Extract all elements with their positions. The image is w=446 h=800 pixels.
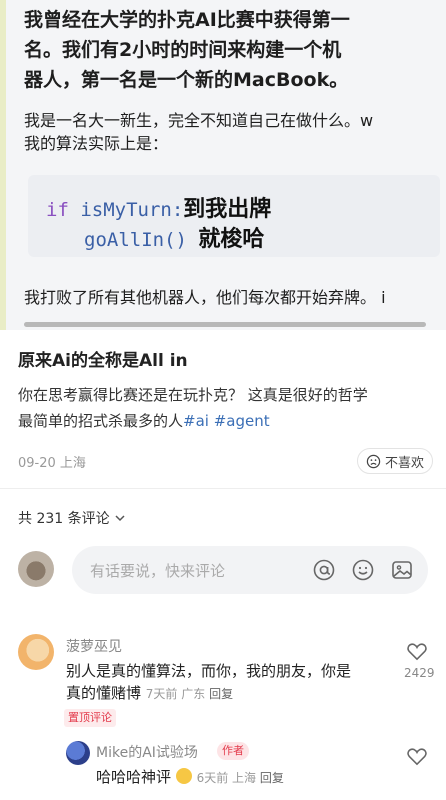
comments-count-toggle[interactable]: 共 231 条评论 (18, 508, 126, 528)
commenter-avatar[interactable] (18, 634, 54, 670)
comment-time-location: 7天前 广东 (145, 687, 206, 701)
author-badge: 作者 (217, 742, 249, 760)
image-text-line: 我曾经在大学的扑克AI比赛中获得第一 (24, 9, 350, 31)
comment-input[interactable]: 有话要说，快来评论 (72, 546, 428, 594)
reply-meta: 6天前 上海 回复 (197, 771, 284, 785)
quote-accent-bar (0, 0, 6, 330)
like-heart-icon[interactable] (406, 641, 428, 661)
author-name[interactable]: Mike的AI试验场 (96, 742, 198, 762)
post-body-line: 你在思考赢得比赛还是在玩扑克？ 这真是很好的哲学 (18, 386, 368, 404)
reply-button[interactable]: 回复 (260, 771, 284, 785)
dislike-button[interactable]: 不喜欢 (357, 448, 434, 474)
reply-text: 哈哈哈神评 (96, 768, 172, 786)
like-heart-icon[interactable] (406, 746, 428, 766)
code-call: goAllIn() (84, 229, 187, 251)
current-user-avatar (18, 551, 54, 587)
post-body-line: 最简单的招式杀最多的人#ai #agent (18, 410, 270, 431)
chevron-down-icon (115, 515, 125, 522)
frown-icon (366, 454, 381, 468)
reply-text-line: 哈哈哈神评 6天前 上海 回复 (96, 766, 284, 789)
author-avatar[interactable] (66, 741, 90, 765)
post-body-text: 最简单的招式杀最多的人 (18, 412, 184, 430)
image-text-line: 器人，第一名是一个新的MacBook。 (24, 69, 349, 91)
post-title: 原来Ai的全称是All in (18, 351, 188, 371)
comment-input-placeholder: 有话要说，快来评论 (90, 562, 226, 580)
image-text-line: 名。我们有2小时的时间来构建一个机 (24, 39, 342, 61)
code-line-2: goAllIn() 就梭哈 (84, 221, 264, 253)
dislike-label: 不喜欢 (385, 455, 425, 471)
code-line-1: if isMyTurn:到我出牌 (46, 191, 271, 223)
image-text-line: 我的算法实际上是： (24, 134, 169, 153)
comments-count-label: 共 231 条评论 (18, 511, 110, 527)
divider (0, 488, 446, 489)
post-hashtags[interactable]: #ai #agent (183, 412, 270, 430)
overlay-caption-2: 就梭哈 (198, 227, 265, 252)
post-date-location: 09-20 上海 (18, 456, 86, 471)
image-icon[interactable] (390, 558, 414, 582)
overlay-caption-1: 到我出牌 (183, 197, 272, 222)
comment-text-line: 真的懂赌博 7天前 广东 回复 (66, 682, 233, 705)
commenter-name[interactable]: 菠萝巫见 (66, 636, 122, 656)
pinned-comment-badge: 置顶评论 (64, 709, 116, 727)
comment-meta: 7天前 广东 回复 (146, 687, 233, 701)
like-count: 2429 (404, 666, 435, 680)
reply-time-location: 6天前 上海 (196, 771, 257, 785)
mention-icon[interactable] (312, 558, 336, 582)
code-block: if isMyTurn:到我出牌 goAllIn() 就梭哈 (28, 175, 440, 257)
image-scroll-indicator (24, 322, 426, 327)
post-image[interactable]: 我曾经在大学的扑克AI比赛中获得第一 名。我们有2小时的时间来构建一个机 器人，… (0, 0, 446, 330)
comment-text-line: 别人是真的懂算法，而你，我的朋友，你是 (66, 662, 352, 680)
code-condition: isMyTurn: (80, 199, 184, 221)
image-text-line: 我打败了所有其他机器人，他们每次都开始弃牌。 i (24, 288, 386, 307)
emoji-icon[interactable] (351, 558, 375, 582)
image-text-line: 我是一名大一新生，完全不知道自己在做什么。w (24, 111, 374, 130)
comment-text-end: 真的懂赌博 (66, 684, 142, 702)
laughing-emoji-icon (175, 768, 192, 784)
code-keyword: if (46, 199, 69, 221)
reply-button[interactable]: 回复 (209, 687, 233, 701)
